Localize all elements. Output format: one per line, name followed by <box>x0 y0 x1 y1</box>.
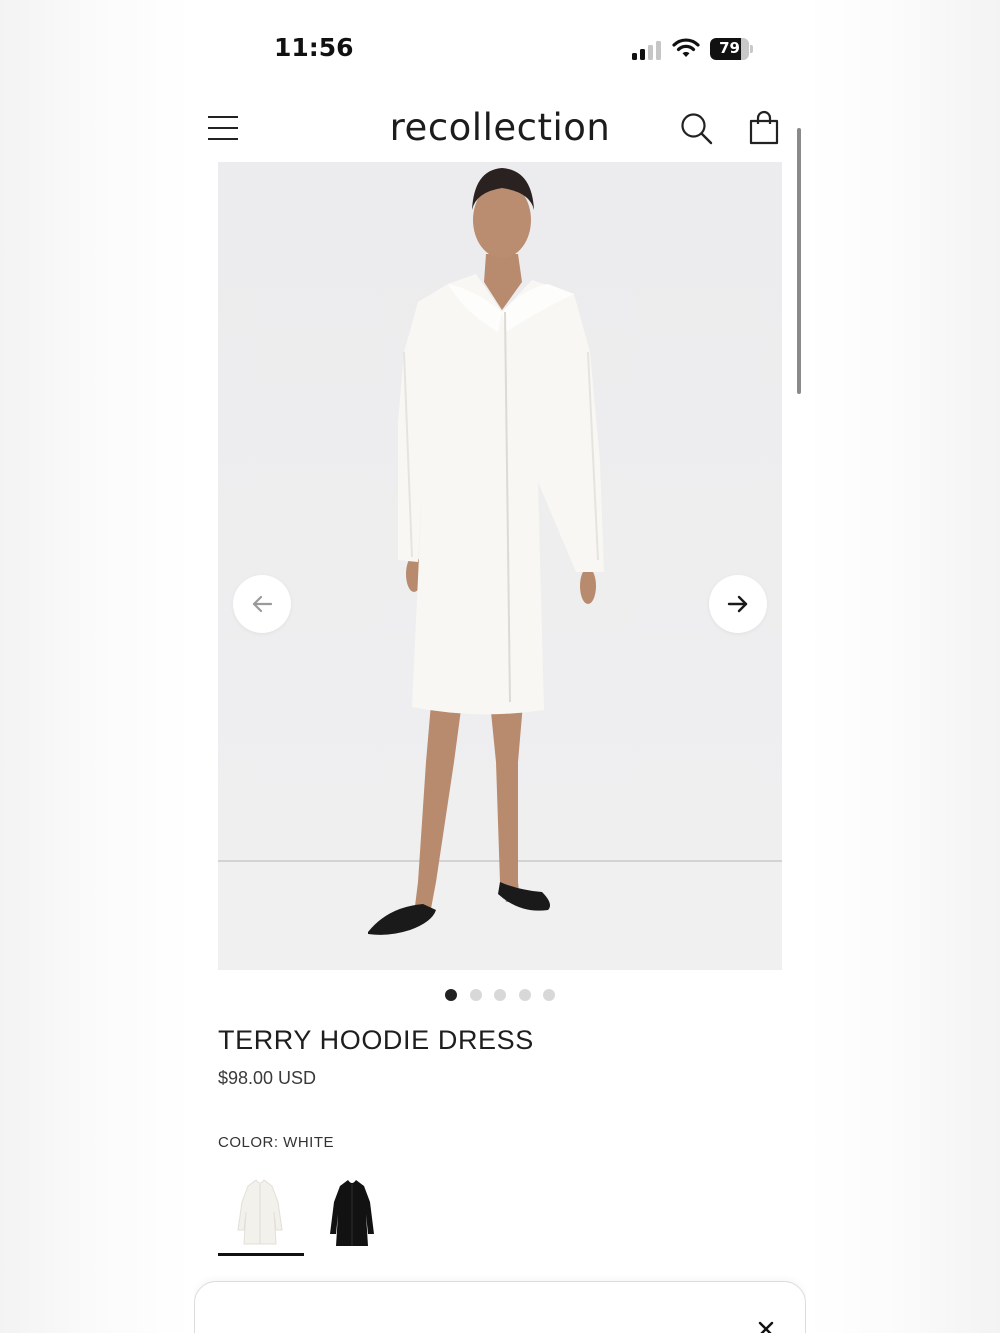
product-price: $98.00 USD <box>218 1068 317 1088</box>
arrow-left-icon <box>252 595 273 613</box>
hamburger-menu-icon[interactable] <box>208 114 240 142</box>
carousel-dot[interactable] <box>469 989 482 1001</box>
carousel-dot[interactable] <box>518 989 531 1001</box>
carousel-dot[interactable] <box>494 989 506 1001</box>
product-photo-model <box>218 168 782 970</box>
battery-percent: 79 <box>719 39 740 57</box>
white-dress-thumbnail <box>237 1179 283 1245</box>
product-title: TERRY HOODIE DRESS <box>218 1025 534 1055</box>
battery-icon: 79 <box>710 38 754 60</box>
status-time: 11:56 <box>274 33 354 62</box>
wifi-icon <box>672 38 700 57</box>
search-icon[interactable] <box>680 112 714 146</box>
bottom-drawer <box>194 1281 806 1333</box>
arrow-right-icon <box>727 595 748 613</box>
page-scrollbar[interactable] <box>797 128 801 394</box>
carousel-dot[interactable] <box>445 989 457 1001</box>
product-image[interactable] <box>218 162 782 970</box>
carousel-dot[interactable] <box>543 989 555 1001</box>
color-label: COLOR: WHITE <box>218 1134 335 1151</box>
store-logo[interactable]: recollection <box>344 106 656 149</box>
close-icon[interactable] <box>755 1318 777 1333</box>
selected-swatch-underline <box>218 1253 304 1256</box>
previous-image-button[interactable] <box>233 575 291 633</box>
color-swatch-white[interactable] <box>218 1172 304 1256</box>
next-image-button[interactable] <box>709 575 767 633</box>
black-dress-thumbnail <box>330 1180 374 1246</box>
phone-screen: 11:56 79 recollection TERRY HOODIE DRESS… <box>194 0 806 1333</box>
cellular-signal-icon <box>632 40 664 60</box>
shopping-bag-icon[interactable] <box>748 110 780 146</box>
color-swatch-black[interactable] <box>310 1172 396 1256</box>
